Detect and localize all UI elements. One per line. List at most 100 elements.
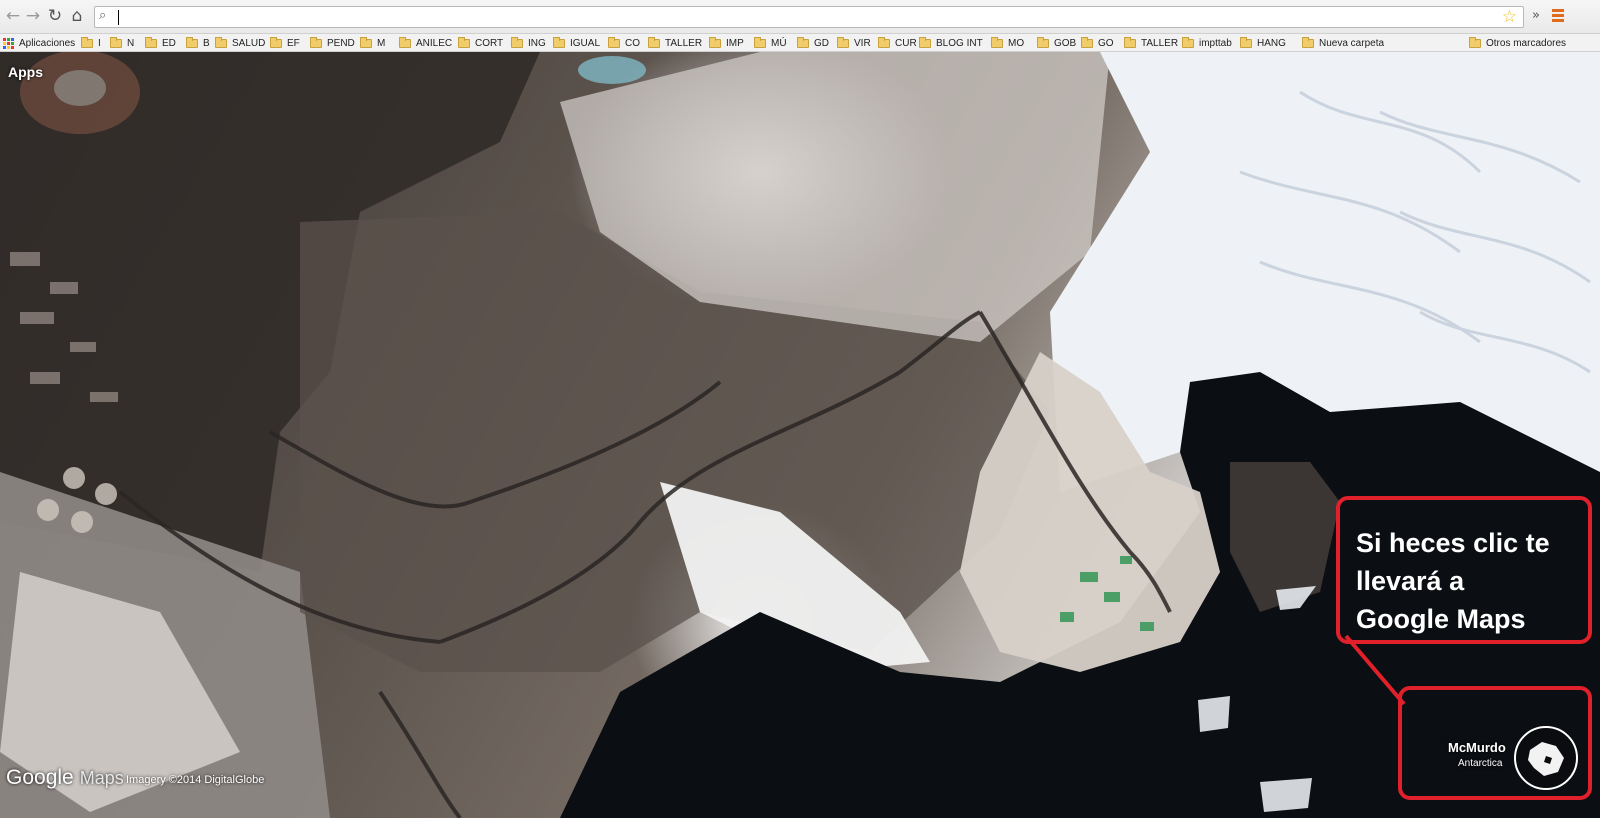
bookmark-label: impttab bbox=[1199, 37, 1232, 49]
bookmark-label: IMP bbox=[726, 37, 744, 49]
bookmark-label: Nueva carpeta bbox=[1319, 37, 1385, 49]
location-name[interactable]: McMurdo bbox=[1448, 740, 1506, 755]
bookmark-label: HANG bbox=[1257, 37, 1286, 49]
bookmark-folder[interactable]: impttab bbox=[1182, 36, 1232, 50]
location-region[interactable]: Antarctica bbox=[1458, 758, 1502, 769]
satellite-map[interactable]: Apps Google Maps Imagery ©2014 DigitalGlo… bbox=[0, 52, 1600, 818]
folder-icon bbox=[797, 36, 809, 48]
bookmark-label: CUR bbox=[895, 37, 917, 49]
bookmark-label: VIR bbox=[854, 37, 871, 49]
back-arrow-icon[interactable]: ← bbox=[4, 6, 22, 26]
folder-icon bbox=[270, 36, 282, 48]
bookmark-label: N bbox=[127, 37, 135, 49]
bookmark-label: Aplicaciones bbox=[19, 37, 76, 49]
bookmark-label: GD bbox=[814, 37, 829, 49]
bookmark-label: ED bbox=[162, 37, 176, 49]
folder-icon bbox=[648, 36, 660, 48]
folder-icon bbox=[608, 36, 620, 48]
folder-icon bbox=[1081, 36, 1093, 48]
address-input[interactable] bbox=[117, 9, 1487, 25]
bookmark-label: SALUD bbox=[232, 37, 266, 49]
forward-arrow-icon[interactable]: → bbox=[24, 6, 42, 26]
folder-icon bbox=[145, 36, 157, 48]
folder-icon bbox=[878, 36, 890, 48]
folder-icon bbox=[1302, 36, 1314, 48]
apps-link[interactable]: Apps bbox=[8, 64, 43, 80]
folder-icon bbox=[709, 36, 721, 48]
folder-icon bbox=[754, 36, 766, 48]
reload-icon[interactable]: ↻ bbox=[46, 6, 64, 26]
bookmark-label: CORT bbox=[475, 37, 504, 49]
folder-icon bbox=[1240, 36, 1252, 48]
callout-box: Si heces clic te llevará a Google Maps bbox=[1336, 496, 1592, 644]
bookmark-folder[interactable]: CUR bbox=[878, 36, 917, 50]
folder-icon bbox=[1182, 36, 1194, 48]
folder-icon bbox=[81, 36, 93, 48]
bookmark-label: Otros marcadores bbox=[1486, 37, 1567, 49]
bookmark-folder[interactable]: VIR bbox=[837, 36, 871, 50]
bookmark-folder[interactable]: GO bbox=[1081, 36, 1114, 50]
bookmark-folder[interactable]: N bbox=[110, 36, 134, 50]
bookmark-other[interactable]: Otros marcadores bbox=[1469, 36, 1566, 50]
bookmark-folder[interactable]: GOB bbox=[1037, 36, 1076, 50]
bookmark-folder[interactable]: IGUAL bbox=[553, 36, 600, 50]
bookmark-folder[interactable]: EF bbox=[270, 36, 300, 50]
bookmark-folder[interactable]: HANG bbox=[1240, 36, 1286, 50]
globe-icon[interactable] bbox=[1514, 726, 1578, 790]
bookmark-label: TALLER bbox=[665, 37, 703, 49]
bookmark-label: TALLER bbox=[1141, 37, 1179, 49]
folder-icon bbox=[511, 36, 523, 48]
folder-icon bbox=[110, 36, 122, 48]
bookmark-folder[interactable]: BLOG INT bbox=[919, 36, 983, 50]
folder-icon bbox=[186, 36, 198, 48]
bookmark-folder[interactable]: SALUD bbox=[215, 36, 265, 50]
apps-grid-icon bbox=[3, 37, 14, 49]
bookmark-folder[interactable]: PEND bbox=[310, 36, 355, 50]
bookmark-apps[interactable]: Aplicaciones bbox=[3, 36, 75, 50]
imagery-credit: Imagery ©2014 DigitalGlobe bbox=[126, 774, 265, 786]
bookmark-folder[interactable]: B bbox=[186, 36, 210, 50]
bookmark-label: GO bbox=[1098, 37, 1114, 49]
bookmark-label: IGUAL bbox=[570, 37, 601, 49]
bookmark-label: M bbox=[377, 37, 386, 49]
chevron-right-icon[interactable]: » bbox=[1532, 8, 1540, 23]
bookmark-folder[interactable]: ING bbox=[511, 36, 546, 50]
folder-icon bbox=[837, 36, 849, 48]
home-icon[interactable]: ⌂ bbox=[68, 6, 86, 26]
bookmark-label: MÚ bbox=[771, 37, 787, 49]
menu-icon[interactable] bbox=[1550, 7, 1566, 25]
folder-icon bbox=[991, 36, 1003, 48]
star-icon[interactable]: ☆ bbox=[1502, 7, 1517, 27]
search-icon: ⌕ bbox=[99, 8, 107, 23]
bookmark-folder[interactable]: TALLER bbox=[648, 36, 702, 50]
bookmark-label: I bbox=[98, 37, 101, 49]
bookmark-label: ING bbox=[528, 37, 546, 49]
text-caret bbox=[118, 10, 119, 25]
bookmark-folder[interactable]: CO bbox=[608, 36, 640, 50]
folder-icon bbox=[215, 36, 227, 48]
folder-icon bbox=[919, 36, 931, 48]
bookmark-folder[interactable]: MO bbox=[991, 36, 1024, 50]
bookmark-folder[interactable]: ANILEC bbox=[399, 36, 452, 50]
omnibox[interactable]: ⌕ ☆ bbox=[94, 6, 1524, 28]
bookmark-folder[interactable]: MÚ bbox=[754, 36, 787, 50]
bookmark-folder[interactable]: ED bbox=[145, 36, 176, 50]
bookmarks-bar: Aplicaciones Otros marcadores I N ED B SALUD… bbox=[0, 34, 1600, 52]
logo-google-text: Google bbox=[6, 766, 74, 789]
bookmark-folder[interactable]: IMP bbox=[709, 36, 744, 50]
folder-icon bbox=[553, 36, 565, 48]
bookmark-folder[interactable]: TALLER bbox=[1124, 36, 1178, 50]
bookmark-label: B bbox=[203, 37, 210, 49]
bookmark-folder[interactable]: I bbox=[81, 36, 101, 50]
callout-text: Si heces clic te llevará a Google Maps bbox=[1356, 528, 1550, 634]
logo-maps-text: Maps bbox=[79, 768, 124, 788]
bookmark-label: ANILEC bbox=[416, 37, 453, 49]
folder-icon bbox=[310, 36, 322, 48]
map-imagery bbox=[0, 52, 1600, 818]
antarctica-shape bbox=[1528, 742, 1564, 776]
bookmark-folder[interactable]: M bbox=[360, 36, 385, 50]
bookmark-label: EF bbox=[287, 37, 300, 49]
bookmark-folder[interactable]: Nueva carpeta bbox=[1302, 36, 1384, 50]
bookmark-folder[interactable]: GD bbox=[797, 36, 829, 50]
bookmark-folder[interactable]: CORT bbox=[458, 36, 503, 50]
